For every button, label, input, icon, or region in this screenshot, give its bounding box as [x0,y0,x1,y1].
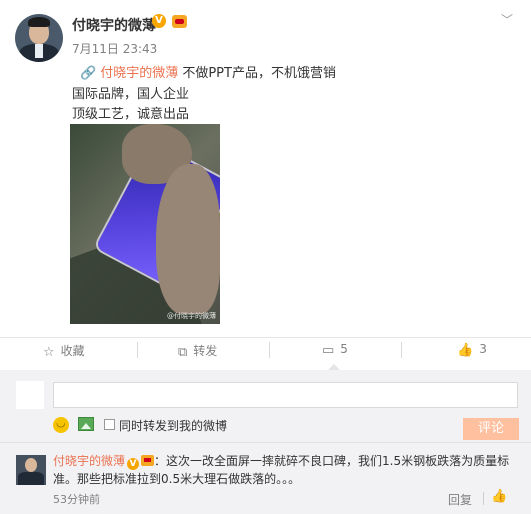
submit-comment-button[interactable]: 评论 [463,418,519,440]
post-time[interactable]: 7月11日 23:43 [72,40,157,57]
chevron-down-icon[interactable]: ﹀ [501,11,513,28]
author-avatar[interactable] [15,14,63,62]
commenter-name[interactable]: 付晓宇的微薄 [53,454,125,468]
like-button[interactable]: 👍 3 [457,342,487,360]
repost-text: 不做PPT产品，不机饿营销 [182,66,336,81]
star-icon: ☆ [43,345,55,360]
post-text-line-2: 国际品牌，国人企业 [72,87,190,102]
link-icon: 🔗 [80,66,97,81]
member-crown-icon [172,15,187,28]
reply-button[interactable]: 回复 [448,491,472,508]
forward-icon: ⧉ [178,345,188,360]
post-text-line-3: 顶级工艺，诚意出品 [72,107,190,122]
verified-icon: V [152,14,166,28]
emoji-icon[interactable] [53,416,69,433]
image-upload-icon[interactable] [78,417,94,431]
comment-like-icon[interactable]: 👍 [491,489,507,504]
comment-input[interactable] [53,382,518,408]
forward-button[interactable]: ⧉ 转发 [178,342,217,360]
author-name[interactable]: 付晓宇的微薄 [72,15,156,35]
commenter-avatar[interactable] [16,455,46,485]
post-text-line-1: 🔗 付晓宇的微薄 不做PPT产品，不机饿营销 [80,62,336,81]
my-avatar [16,381,44,409]
comment-button[interactable]: ▭ 5 [322,342,348,360]
mention-link[interactable]: 付晓宇的微薄 [100,66,178,81]
comment-section: 同时转发到我的微博 评论 付晓宇的微薄V：这次一改全面屏一摔就碎不良口碑，我们1… [0,370,531,514]
verified-icon: V [127,458,140,470]
comment-icon: ▭ [322,343,335,358]
post-image[interactable]: @付晓宇的微薄 [70,124,220,324]
forward-checkbox[interactable] [104,419,115,430]
forward-checkbox-label[interactable]: 同时转发到我的微博 [119,417,227,434]
weibo-post: 付晓宇的微薄 V ﹀ 7月11日 23:43 🔗 付晓宇的微薄 不做PPT产品，不… [0,0,531,338]
comment-time: 53分钟前 [53,493,100,506]
favorite-button[interactable]: ☆ 收藏 [43,342,85,360]
action-bar: ☆ 收藏 ⧉ 转发 ▭ 5 👍 3 [0,338,531,364]
comment-item: 付晓宇的微薄 V ：这次一改全面屏一摔就碎不良口碑，我们1.5米钢板跌落为质量标准。… [53,452,523,488]
image-watermark: @付晓宇的微薄 [167,312,216,320]
member-crown-icon [141,455,155,466]
thumbs-up-icon: 👍 [457,343,474,358]
comment-divider [0,442,531,443]
